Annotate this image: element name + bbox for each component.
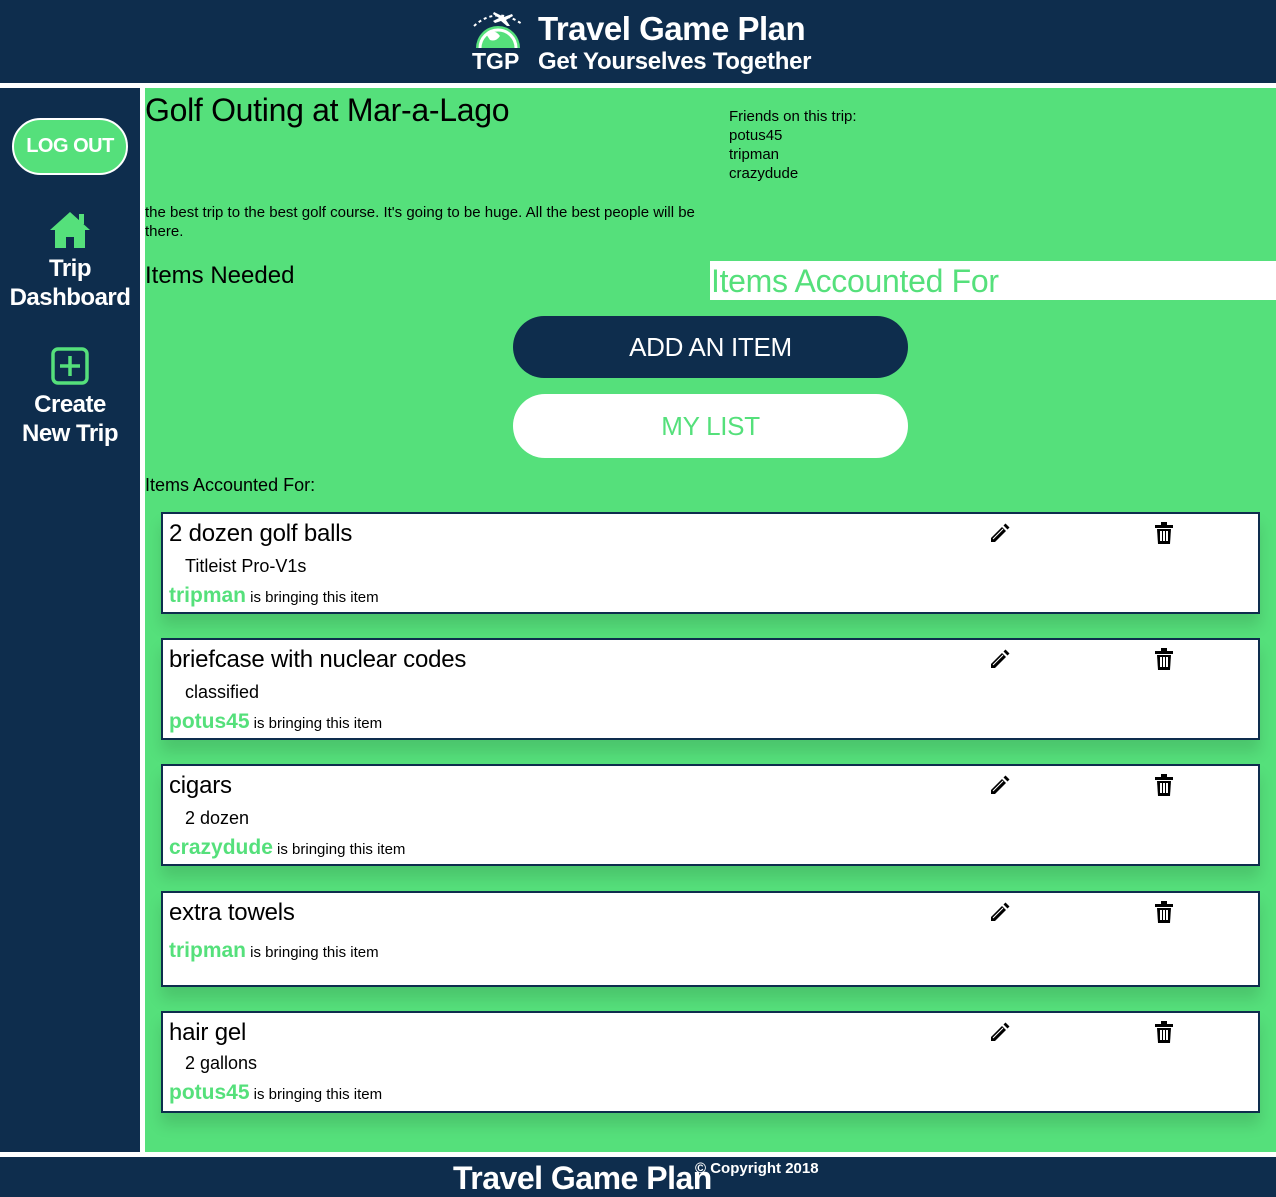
sidebar-item-create-new-trip[interactable]: Create New Trip xyxy=(0,346,140,448)
bringing-text: is bringing this item xyxy=(246,944,379,961)
item-card: hair gel 2 gallons potus45 is bringing t… xyxy=(161,1011,1260,1113)
footer-title: Travel Game Plan xyxy=(453,1160,712,1196)
pencil-icon[interactable] xyxy=(989,522,1011,544)
bringer-name[interactable]: tripman xyxy=(169,584,246,607)
item-card: cigars 2 dozen crazydude is bringing thi… xyxy=(161,764,1260,866)
items-accounted-banner-text: Items Accounted For xyxy=(711,263,999,299)
item-bringer: potus45 is bringing this item xyxy=(169,1081,382,1105)
bringing-text: is bringing this item xyxy=(246,589,379,606)
plus-square-icon xyxy=(51,347,89,385)
item-bringer: crazydude is bringing this item xyxy=(169,836,405,860)
trash-icon[interactable] xyxy=(1154,774,1174,796)
main-content xyxy=(145,88,1276,1152)
item-bringer: tripman is bringing this item xyxy=(169,939,379,963)
item-card: briefcase with nuclear codes classified … xyxy=(161,638,1260,740)
item-detail: 2 dozen xyxy=(185,808,250,828)
bringing-text: is bringing this item xyxy=(249,1086,383,1103)
app-tagline: Get Yourselves Together xyxy=(538,48,812,75)
footer-copyright: © Copyright 2018 xyxy=(695,1160,819,1177)
logo-text: TGP xyxy=(472,48,520,74)
trip-description: the best trip to the best golf course. I… xyxy=(145,204,695,240)
trash-icon[interactable] xyxy=(1154,522,1174,544)
sidebar-item-trip-dashboard[interactable]: Trip Dashboard xyxy=(0,210,140,312)
app-title[interactable]: Travel Game Plan xyxy=(538,10,806,48)
nav-label-line2: New Trip xyxy=(21,420,119,447)
items-accounted-label: Items Accounted For: xyxy=(145,475,316,495)
item-name: cigars xyxy=(169,772,232,799)
nav-label-line1: Create xyxy=(34,391,106,418)
pencil-icon[interactable] xyxy=(989,1021,1011,1043)
item-detail: 2 gallons xyxy=(185,1053,258,1073)
trash-icon[interactable] xyxy=(1154,1021,1174,1043)
nav-label-line2: Dashboard xyxy=(9,284,131,311)
add-item-button[interactable]: ADD AN ITEM xyxy=(513,316,908,378)
item-bringer: tripman is bringing this item xyxy=(169,584,379,608)
my-list-button[interactable]: MY LIST xyxy=(513,394,908,458)
items-needed-heading: Items Needed xyxy=(145,262,295,289)
bringer-name[interactable]: potus45 xyxy=(169,1081,250,1104)
bringer-name[interactable]: tripman xyxy=(169,939,246,962)
friends-list: Friends on this trip: potus45 tripman cr… xyxy=(729,107,857,183)
trash-icon[interactable] xyxy=(1154,648,1174,670)
friend-name: potus45 xyxy=(729,127,783,144)
item-name: briefcase with nuclear codes xyxy=(169,646,467,673)
item-name: hair gel xyxy=(169,1019,247,1046)
item-detail: Titleist Pro-V1s xyxy=(185,556,307,576)
item-name: extra towels xyxy=(169,899,295,926)
bringer-name[interactable]: crazydude xyxy=(169,836,273,859)
trip-title: Golf Outing at Mar-a-Lago xyxy=(145,92,510,128)
pencil-icon[interactable] xyxy=(989,901,1011,923)
friends-label: Friends on this trip: xyxy=(729,108,857,125)
item-detail: classified xyxy=(185,682,260,702)
item-name: 2 dozen golf balls xyxy=(169,520,353,547)
nav-label-line1: Trip xyxy=(48,255,92,282)
trash-icon[interactable] xyxy=(1154,901,1174,923)
bringing-text: is bringing this item xyxy=(272,841,406,858)
item-bringer: potus45 is bringing this item xyxy=(169,710,382,734)
friend-name: tripman xyxy=(729,146,780,163)
logout-button[interactable]: LOG OUT xyxy=(12,118,128,175)
item-card: extra towels tripman is bringing this it… xyxy=(161,891,1260,987)
item-card: 2 dozen golf balls Titleist Pro-V1s trip… xyxy=(161,512,1260,614)
pencil-icon[interactable] xyxy=(989,648,1011,670)
bringer-name[interactable]: potus45 xyxy=(169,710,250,733)
home-icon xyxy=(50,212,90,248)
friend-name: crazydude xyxy=(729,165,799,182)
pencil-icon[interactable] xyxy=(989,774,1011,796)
bringing-text: is bringing this item xyxy=(249,715,383,732)
